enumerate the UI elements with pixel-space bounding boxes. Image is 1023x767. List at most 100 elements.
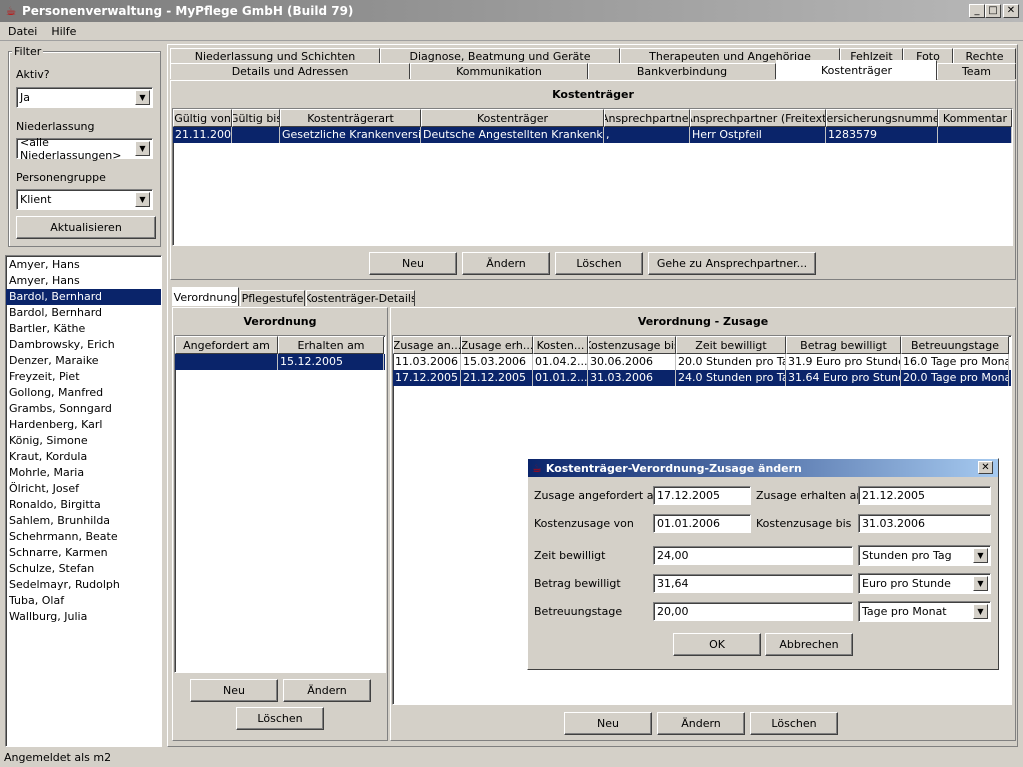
verordnung-table[interactable]: Angefordert am Erhalten am 15.12.2005 bbox=[174, 335, 386, 673]
person-list-item[interactable]: Ölricht, Josef bbox=[6, 481, 161, 497]
person-list-item[interactable]: Schnarre, Karmen bbox=[6, 545, 161, 561]
table-cell: 17.12.2005 bbox=[393, 370, 461, 386]
betreuung-unit-select[interactable]: Tage pro Monat ▼ bbox=[858, 601, 991, 622]
column-header[interactable]: Ansprechpartner (Freitext) bbox=[690, 109, 826, 127]
table-row[interactable]: 21.11.2005 Gesetzliche Krankenversic...De… bbox=[173, 127, 1012, 143]
zu-loeschen-button[interactable]: Löschen bbox=[750, 712, 838, 735]
chevron-down-icon[interactable]: ▼ bbox=[135, 90, 150, 105]
tab-details-adressen[interactable]: Details und Adressen bbox=[170, 63, 410, 79]
subtab-pflegestufe[interactable]: Pflegestufe bbox=[240, 290, 305, 306]
person-list[interactable]: Amyer, Hans Amyer, Hans Bardol, Bernhard Ba… bbox=[5, 255, 162, 747]
kt-loeschen-button[interactable]: Löschen bbox=[555, 252, 643, 275]
column-header[interactable]: Kostenträgerart bbox=[280, 109, 421, 127]
person-list-item[interactable]: Grambs, Sonngard bbox=[6, 401, 161, 417]
vo-neu-button[interactable]: Neu bbox=[190, 679, 278, 702]
menu-hilfe[interactable]: Hilfe bbox=[43, 25, 82, 38]
column-header[interactable]: Erhalten am bbox=[278, 336, 384, 354]
person-list-item[interactable]: Ronaldo, Birgitta bbox=[6, 497, 161, 513]
column-header[interactable]: Kostenträger bbox=[421, 109, 604, 127]
betrag-unit-select[interactable]: Euro pro Stunde ▼ bbox=[858, 573, 991, 594]
person-list-item[interactable]: Bardol, Bernhard bbox=[6, 289, 161, 305]
column-header[interactable]: Betrag bewilligt bbox=[786, 336, 901, 354]
zusage-erhalten-field[interactable]: 21.12.2005 bbox=[858, 486, 991, 505]
betreuungstage-field[interactable]: 20,00 bbox=[653, 602, 853, 621]
tab-team[interactable]: Team bbox=[937, 63, 1016, 79]
person-list-item[interactable]: Hardenberg, Karl bbox=[6, 417, 161, 433]
tab-kostentraeger[interactable]: Kostenträger bbox=[776, 60, 937, 80]
person-list-item[interactable]: Gollong, Manfred bbox=[6, 385, 161, 401]
chevron-down-icon[interactable]: ▼ bbox=[973, 576, 988, 591]
person-list-item[interactable]: Bardol, Bernhard bbox=[6, 305, 161, 321]
dialog-abbrechen-button[interactable]: Abbrechen bbox=[765, 633, 853, 656]
dialog-ok-button[interactable]: OK bbox=[673, 633, 761, 656]
chevron-down-icon[interactable]: ▼ bbox=[135, 141, 150, 156]
person-list-item[interactable]: Freyzeit, Piet bbox=[6, 369, 161, 385]
tab-kommunikation[interactable]: Kommunikation bbox=[410, 63, 588, 79]
subtab-verordnung[interactable]: Verordnung bbox=[172, 287, 239, 306]
minimize-button[interactable]: _ bbox=[969, 4, 985, 18]
column-header[interactable]: Gültig von bbox=[173, 109, 232, 127]
chevron-down-icon[interactable]: ▼ bbox=[135, 192, 150, 207]
column-header[interactable]: Zusage erh... bbox=[461, 336, 533, 354]
aktiv-select[interactable]: Ja ▼ bbox=[16, 87, 153, 108]
maximize-button[interactable]: □ bbox=[985, 4, 1001, 18]
person-list-item[interactable]: König, Simone bbox=[6, 433, 161, 449]
zu-aendern-button[interactable]: Ändern bbox=[657, 712, 745, 735]
column-header[interactable]: Ansprechpartner bbox=[604, 109, 690, 127]
betrag-bewilligt-field[interactable]: 31,64 bbox=[653, 574, 853, 593]
person-list-item[interactable]: Wallburg, Julia bbox=[6, 609, 161, 625]
person-list-item[interactable]: Amyer, Hans bbox=[6, 257, 161, 273]
tab-bankverbindung[interactable]: Bankverbindung bbox=[588, 63, 776, 79]
kt-aendern-button[interactable]: Ändern bbox=[462, 252, 550, 275]
chevron-down-icon[interactable]: ▼ bbox=[973, 548, 988, 563]
kostenzusage-bis-field[interactable]: 31.03.2006 bbox=[858, 514, 991, 533]
table-cell: Deutsche Angestellten Krankenkasse bbox=[423, 127, 604, 143]
table-row[interactable]: 15.12.2005 bbox=[175, 354, 385, 370]
kostentraeger-table[interactable]: Gültig von Gültig bis Kostenträgerart Koste… bbox=[172, 108, 1013, 246]
niederlassung-select[interactable]: <alle Niederlassungen> ▼ bbox=[16, 136, 153, 162]
personengruppe-select[interactable]: Klient ▼ bbox=[16, 189, 153, 210]
zeit-unit-select[interactable]: Stunden pro Tag ▼ bbox=[858, 545, 991, 566]
column-header[interactable]: Kostenzusage bis bbox=[588, 336, 676, 354]
person-list-item[interactable]: Mohrle, Maria bbox=[6, 465, 161, 481]
person-list-item[interactable]: Sedelmayr, Rudolph bbox=[6, 577, 161, 593]
subtab-kostentraeger-details[interactable]: Kostenträger-Details bbox=[306, 290, 415, 306]
table-row[interactable]: 11.03.2006 15.03.2006 01.04.2... 30.06.2006… bbox=[393, 354, 1011, 370]
person-list-item[interactable]: Schulze, Stefan bbox=[6, 561, 161, 577]
close-window-button[interactable]: ✕ bbox=[1003, 4, 1019, 18]
column-header[interactable]: Kommentar bbox=[938, 109, 1012, 127]
zusage-angefordert-field[interactable]: 17.12.2005 bbox=[653, 486, 751, 505]
vo-loeschen-button[interactable]: Löschen bbox=[236, 707, 324, 730]
person-list-item[interactable]: Tuba, Olaf bbox=[6, 593, 161, 609]
menu-datei[interactable]: Datei bbox=[0, 25, 43, 38]
column-header[interactable]: Versicherungsnummer bbox=[826, 109, 938, 127]
gehe-zu-ansprechpartner-button[interactable]: Gehe zu Ansprechpartner... bbox=[648, 252, 816, 275]
column-header[interactable]: Angefordert am bbox=[175, 336, 278, 354]
column-header[interactable]: Betreuungstage bbox=[901, 336, 1009, 354]
person-list-item[interactable]: Bartler, Käthe bbox=[6, 321, 161, 337]
tab-diagnose[interactable]: Diagnose, Beatmung und Geräte bbox=[380, 48, 620, 64]
tab-niederlassung-schichten[interactable]: Niederlassung und Schichten bbox=[170, 48, 380, 64]
person-list-item[interactable]: Schehrmann, Beate bbox=[6, 529, 161, 545]
vo-aendern-button[interactable]: Ändern bbox=[283, 679, 371, 702]
column-header[interactable]: Zeit bewilligt bbox=[676, 336, 786, 354]
column-header[interactable]: Kosten... bbox=[533, 336, 588, 354]
kt-neu-button[interactable]: Neu bbox=[369, 252, 457, 275]
person-list-item[interactable]: Dambrowsky, Erich bbox=[6, 337, 161, 353]
column-header[interactable]: Gültig bis bbox=[232, 109, 280, 127]
table-row[interactable]: 17.12.2005 21.12.2005 01.01.2... 31.03.2006… bbox=[393, 370, 1011, 386]
zu-neu-button[interactable]: Neu bbox=[564, 712, 652, 735]
kostenzusage-von-field[interactable]: 01.01.2006 bbox=[653, 514, 751, 533]
aktualisieren-button[interactable]: Aktualisieren bbox=[16, 216, 156, 239]
person-list-item[interactable]: Kraut, Kordula bbox=[6, 449, 161, 465]
chevron-down-icon[interactable]: ▼ bbox=[973, 604, 988, 619]
person-list-item[interactable]: Amyer, Hans bbox=[6, 273, 161, 289]
column-header[interactable]: Zusage an... bbox=[393, 336, 461, 354]
tab-rechte[interactable]: Rechte bbox=[953, 48, 1016, 64]
menu-bar: Datei Hilfe bbox=[0, 22, 1023, 41]
dialog-close-button[interactable]: ✕ bbox=[978, 461, 993, 474]
zeit-bewilligt-field[interactable]: 24,00 bbox=[653, 546, 853, 565]
person-list-item[interactable]: Denzer, Maraike bbox=[6, 353, 161, 369]
personengruppe-value: Klient bbox=[20, 193, 52, 206]
person-list-item[interactable]: Sahlem, Brunhilda bbox=[6, 513, 161, 529]
